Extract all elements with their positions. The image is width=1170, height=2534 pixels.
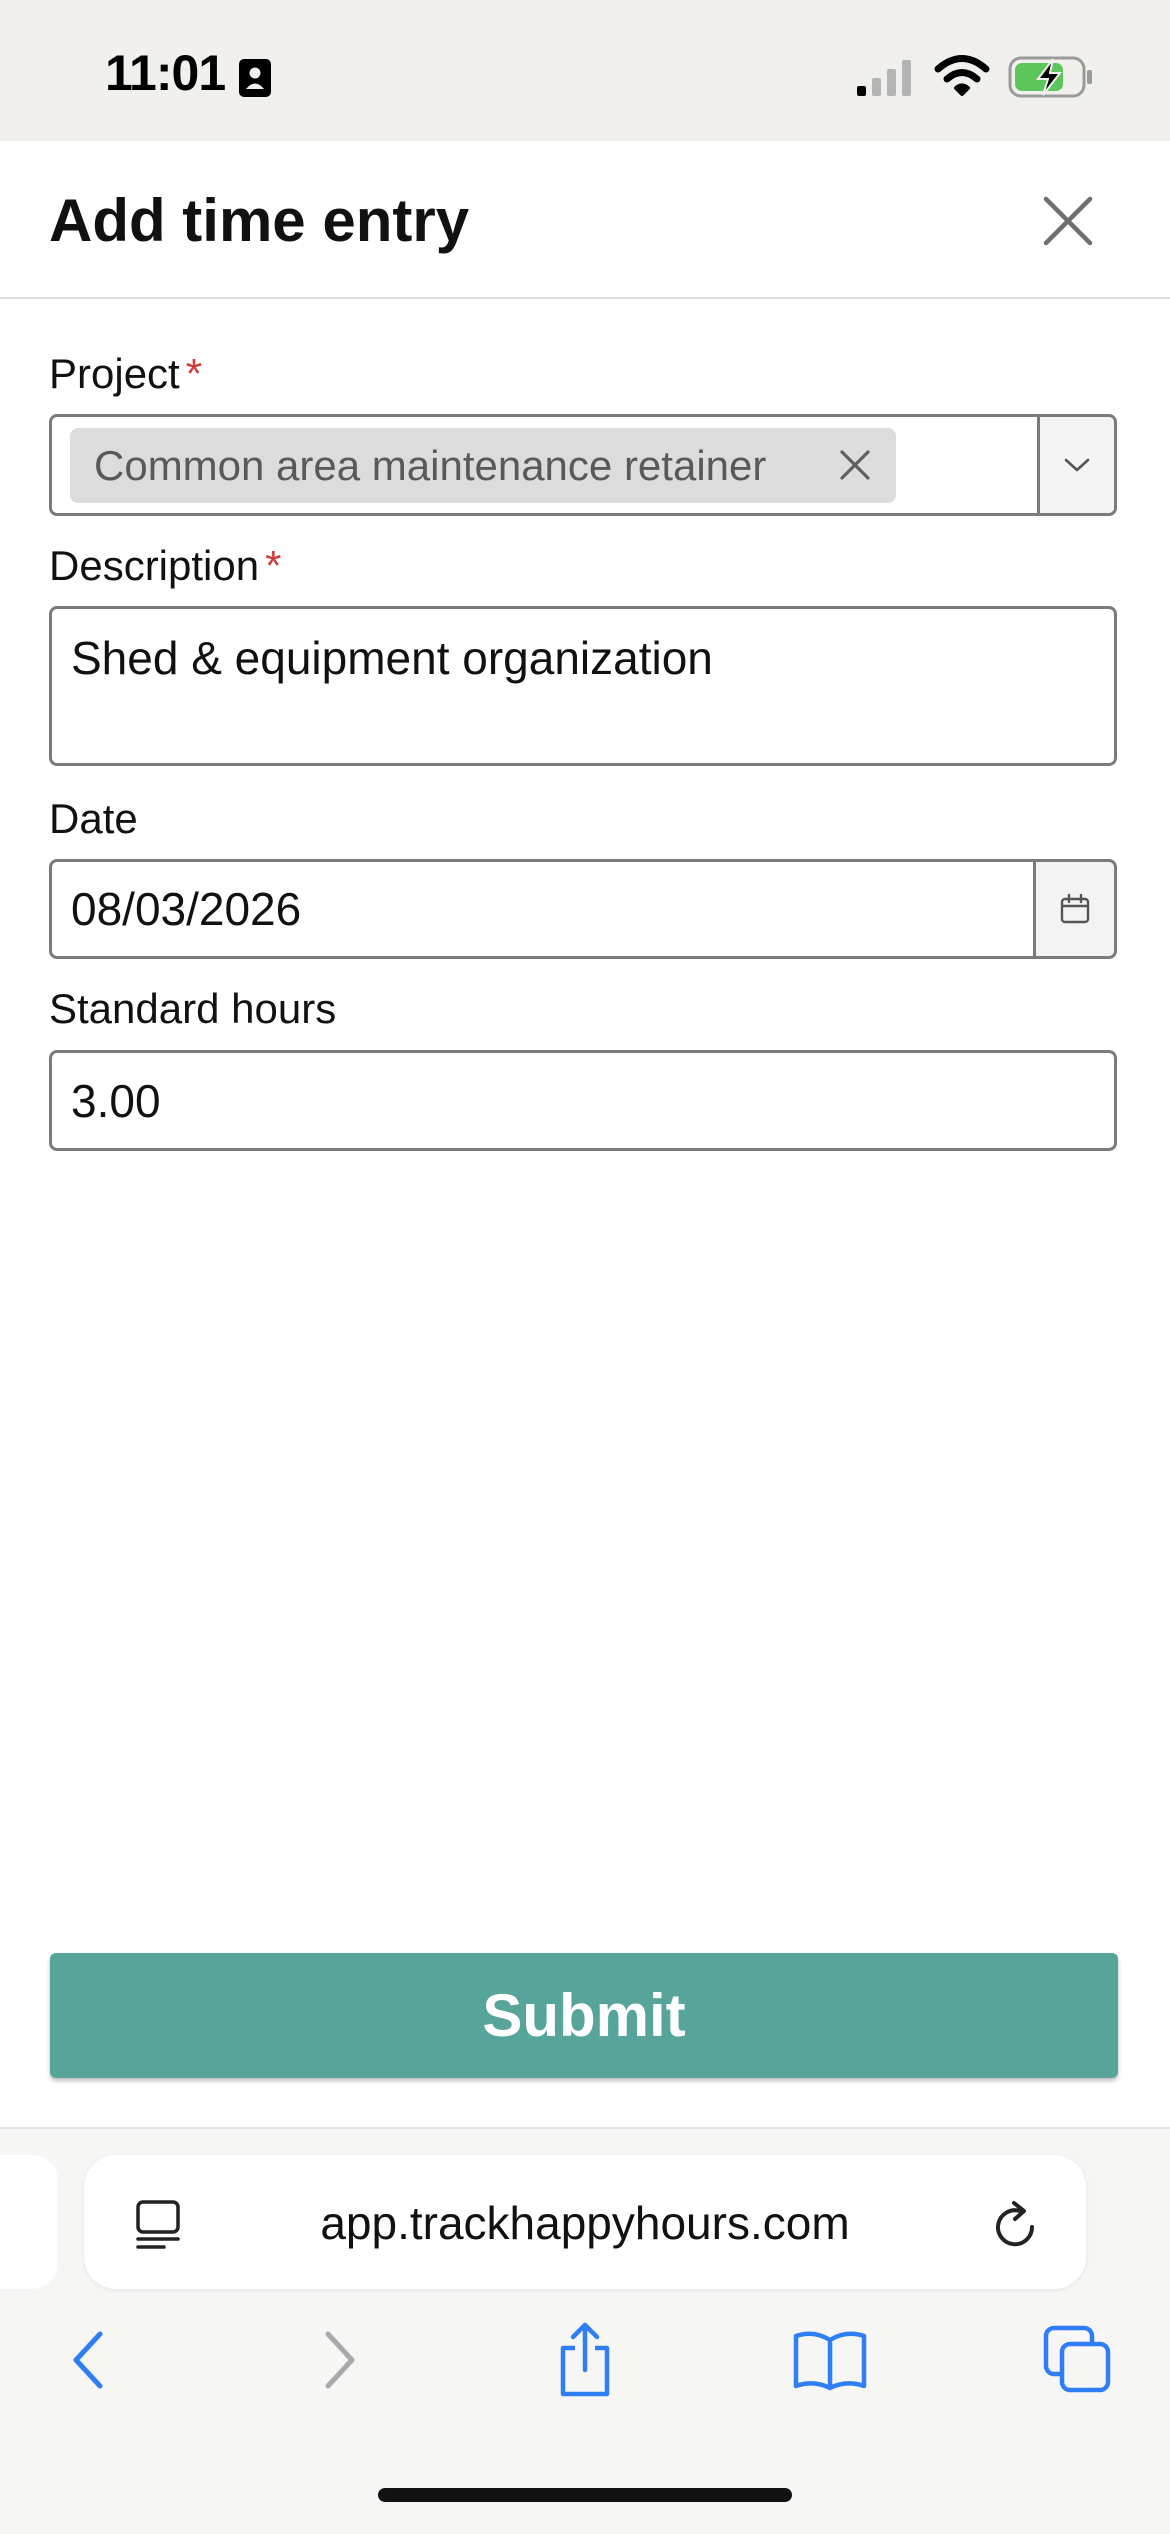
sheet-header: Add time entry	[0, 141, 1170, 299]
description-label: Description *	[49, 542, 281, 590]
status-bar: 11:01	[0, 0, 1170, 141]
project-label: Project *	[49, 350, 202, 398]
close-icon	[840, 450, 870, 480]
standard-hours-input[interactable]: 3.00	[49, 1050, 1117, 1151]
date-label: Date	[49, 795, 138, 842]
project-chip: Common area maintenance retainer	[70, 428, 896, 503]
wifi-icon	[934, 55, 990, 96]
bookmarks-button[interactable]	[792, 2322, 868, 2398]
book-icon	[793, 2331, 867, 2391]
cellular-signal-icon	[857, 60, 911, 96]
back-button[interactable]	[50, 2322, 126, 2398]
chip-remove-button[interactable]	[836, 446, 874, 484]
reload-icon[interactable]	[990, 2197, 1042, 2253]
chevron-left-icon	[73, 2331, 103, 2389]
submit-button[interactable]: Submit	[50, 1953, 1118, 2078]
description-label-text: Description	[49, 542, 260, 589]
tabs-button[interactable]	[1040, 2322, 1116, 2398]
project-select[interactable]: Common area maintenance retainer	[49, 414, 1117, 516]
home-indicator	[378, 2488, 792, 2502]
forward-button[interactable]	[302, 2322, 378, 2398]
required-marker: *	[185, 350, 203, 397]
description-value: Shed & equipment organization	[71, 632, 713, 684]
share-button[interactable]	[547, 2322, 623, 2398]
required-marker: *	[265, 542, 282, 589]
url-text: app.trackhappyhours.com	[320, 2197, 850, 2249]
project-label-text: Project	[49, 350, 180, 397]
chevron-right-icon	[325, 2331, 355, 2389]
address-bar[interactable]: app.trackhappyhours.com	[84, 2155, 1086, 2289]
standard-hours-label: Standard hours	[49, 985, 337, 1032]
standard-hours-value: 3.00	[71, 1075, 161, 1127]
chevron-down-icon	[1064, 458, 1090, 472]
status-time: 11:01	[105, 45, 226, 101]
share-icon	[560, 2322, 610, 2397]
project-dropdown-toggle[interactable]	[1037, 417, 1114, 513]
calendar-icon	[1060, 893, 1090, 924]
close-icon	[1043, 196, 1093, 246]
close-button[interactable]	[1030, 183, 1106, 259]
description-textarea[interactable]: Shed & equipment organization	[49, 606, 1117, 766]
project-chip-label: Common area maintenance retainer	[94, 441, 767, 489]
battery-charging-icon	[1008, 56, 1092, 98]
date-picker-button[interactable]	[1033, 862, 1114, 956]
date-value: 08/03/2026	[71, 883, 302, 935]
date-input[interactable]: 08/03/2026	[49, 859, 1117, 959]
tabs-icon	[1043, 2325, 1111, 2393]
contact-card-icon	[239, 59, 271, 97]
page-title: Add time entry	[49, 187, 470, 254]
previous-tab-preview[interactable]	[0, 2155, 58, 2289]
